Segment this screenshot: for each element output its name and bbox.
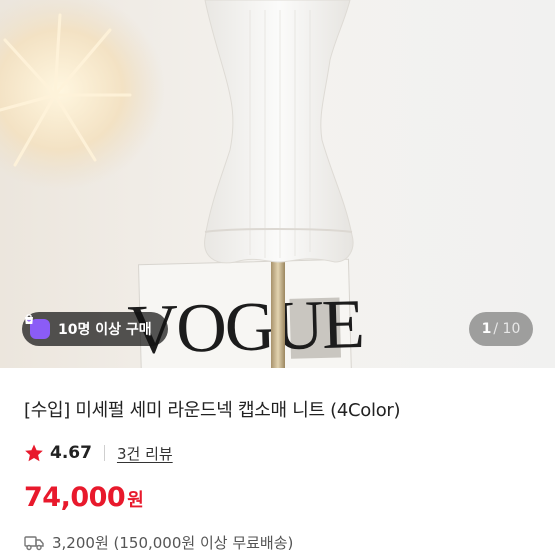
price-row: 74,000 원 (24, 482, 144, 513)
total-images: / 10 (493, 321, 521, 337)
shipping-info: 3,200원 (150,000원 이상 무료배송) (24, 532, 293, 553)
truck-icon (24, 535, 44, 550)
shipping-text: 3,200원 (150,000원 이상 무료배송) (52, 534, 294, 552)
product-price: 74,000 (24, 482, 126, 513)
product-image-carousel[interactable]: VOGUE 10명 이상 구매 1 / 10 (0, 0, 555, 368)
rating-row: 4.67 3건 리뷰 (24, 440, 173, 466)
buyers-count-badge: 10명 이상 구매 (22, 312, 168, 346)
price-currency: 원 (127, 490, 144, 511)
rating-value: 4.67 (50, 443, 92, 463)
rating-divider (103, 445, 105, 461)
shopping-bag-icon (25, 314, 50, 339)
product-title: [수입] 미세펄 세미 라운드넥 캡소매 니트 (4Color) (24, 400, 401, 421)
star-icon (25, 444, 43, 462)
image-page-indicator: 1 / 10 (469, 312, 533, 346)
review-count-link[interactable]: 3건 리뷰 (117, 443, 173, 464)
buyers-count-label: 10명 이상 구매 (58, 322, 152, 338)
current-image-index: 1 (481, 321, 492, 337)
